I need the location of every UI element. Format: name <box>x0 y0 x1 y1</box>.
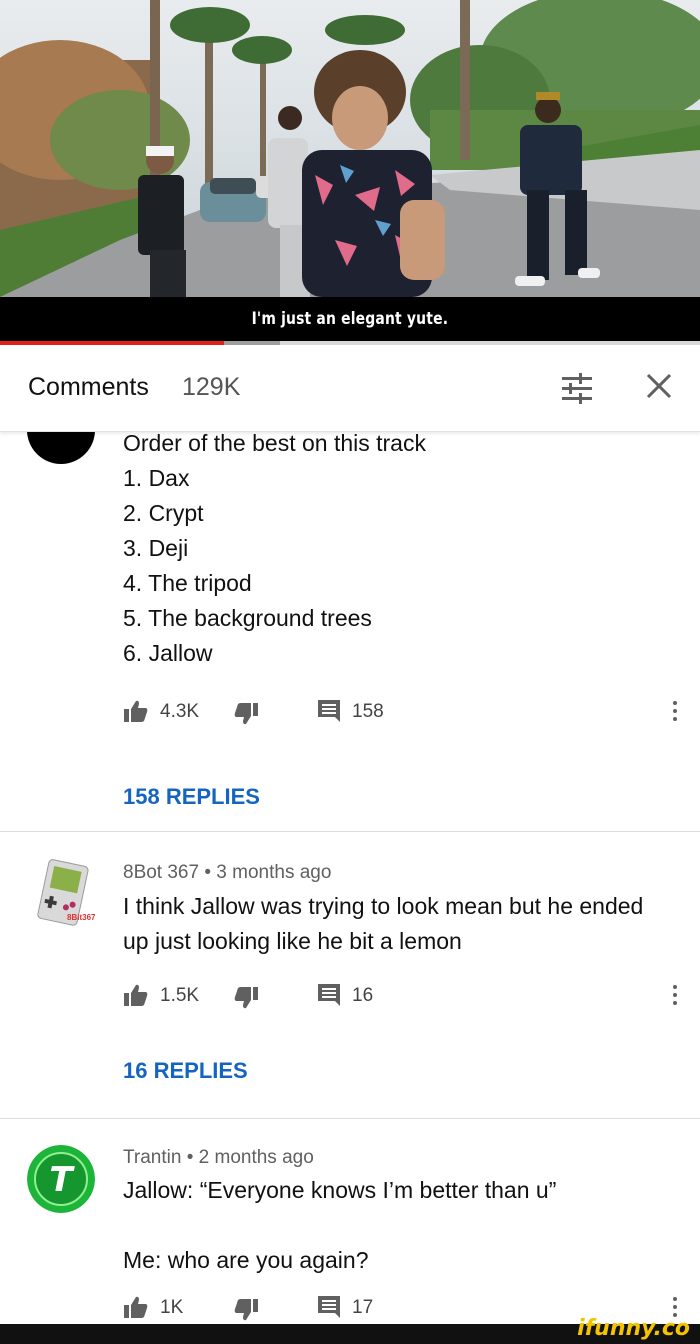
video-player[interactable]: I'm just an elegant yute. <box>0 0 700 345</box>
comment-line: Jallow: “Everyone knows I’m better than … <box>123 1177 557 1203</box>
comment-line: 1. Dax <box>123 465 190 491</box>
comment-line: 5. The background trees <box>123 605 372 631</box>
like-count: 1K <box>160 1297 184 1318</box>
thumbs-up-icon[interactable] <box>123 698 149 724</box>
comment-line: up just looking like he bit a lemon <box>123 928 462 954</box>
svg-text:8Bit367: 8Bit367 <box>67 913 96 922</box>
reply-count: 158 <box>352 701 384 722</box>
close-icon[interactable] <box>644 371 674 401</box>
comments-header: Comments 129K <box>0 345 700 432</box>
divider <box>0 1118 700 1119</box>
avatar[interactable]: T <box>27 1145 95 1213</box>
divider <box>0 831 700 832</box>
comment-line: 2. Crypt <box>123 500 204 526</box>
comment-line: Me: who are you again? <box>123 1247 369 1273</box>
meta-separator: • <box>186 1147 199 1168</box>
comment-text: I think Jallow was trying to look mean b… <box>123 889 683 959</box>
comment-icon[interactable] <box>316 698 342 724</box>
comment-line: Order of the best on this track <box>123 431 426 456</box>
comment-age: 2 months ago <box>198 1147 314 1168</box>
reply-count: 17 <box>352 1297 374 1318</box>
meta-separator: • <box>204 862 217 883</box>
watermark-logo: ifunny.co <box>577 1316 690 1341</box>
avatar[interactable] <box>27 431 95 464</box>
comment-actions: 4.3K 158 <box>123 698 683 728</box>
comment-author[interactable]: 8Bot 367 <box>123 862 199 883</box>
sort-filter-icon[interactable] <box>560 373 594 405</box>
like-count: 1.5K <box>160 985 200 1006</box>
comment-text: Order of the best on this track 1. Dax 2… <box>123 431 683 671</box>
avatar[interactable]: 8Bit367 <box>27 858 96 926</box>
comment-line: I think Jallow was trying to look mean b… <box>123 893 644 919</box>
thumbs-down-icon[interactable] <box>233 985 259 1011</box>
comment-meta: 8Bot 367 • 3 months ago <box>123 862 331 884</box>
comment-icon[interactable] <box>316 982 342 1008</box>
avatar-letter: T <box>49 1160 75 1200</box>
comment-line: 4. The tripod <box>123 570 252 596</box>
comments-count: 129K <box>182 373 241 401</box>
view-replies-link[interactable]: 158 REPLIES <box>123 784 260 810</box>
comment-meta: Trantin • 2 months ago <box>123 1147 314 1169</box>
thumbs-up-icon[interactable] <box>123 982 149 1008</box>
comment-line: 6. Jallow <box>123 640 213 666</box>
comment-list: Order of the best on this track 1. Dax 2… <box>0 431 700 1324</box>
like-count: 4.3K <box>160 701 200 722</box>
view-replies-link[interactable]: 16 REPLIES <box>123 1058 248 1084</box>
comments-title: Comments <box>28 373 149 401</box>
comment-age: 3 months ago <box>216 862 332 883</box>
comment-text: Jallow: “Everyone knows I’m better than … <box>123 1173 683 1278</box>
comment-author[interactable]: Trantin <box>123 1147 181 1168</box>
more-vert-icon[interactable] <box>667 698 683 726</box>
reply-count: 16 <box>352 985 374 1006</box>
subtitle-bar: I'm just an elegant yute. <box>0 297 700 341</box>
comment-line-blank <box>123 1208 683 1243</box>
subtitle-text: I'm just an elegant yute. <box>251 309 449 329</box>
thumbs-down-icon[interactable] <box>233 701 259 727</box>
watermark-strip: ifunny.co <box>0 1316 700 1344</box>
comment-icon[interactable] <box>316 1294 342 1320</box>
more-vert-icon[interactable] <box>667 982 683 1010</box>
comment-actions: 1.5K 16 <box>123 982 683 1012</box>
comment-line: 3. Deji <box>123 535 189 561</box>
video-frame <box>0 0 700 297</box>
thumbs-up-icon[interactable] <box>123 1294 149 1320</box>
thumbs-down-icon[interactable] <box>233 1297 259 1323</box>
